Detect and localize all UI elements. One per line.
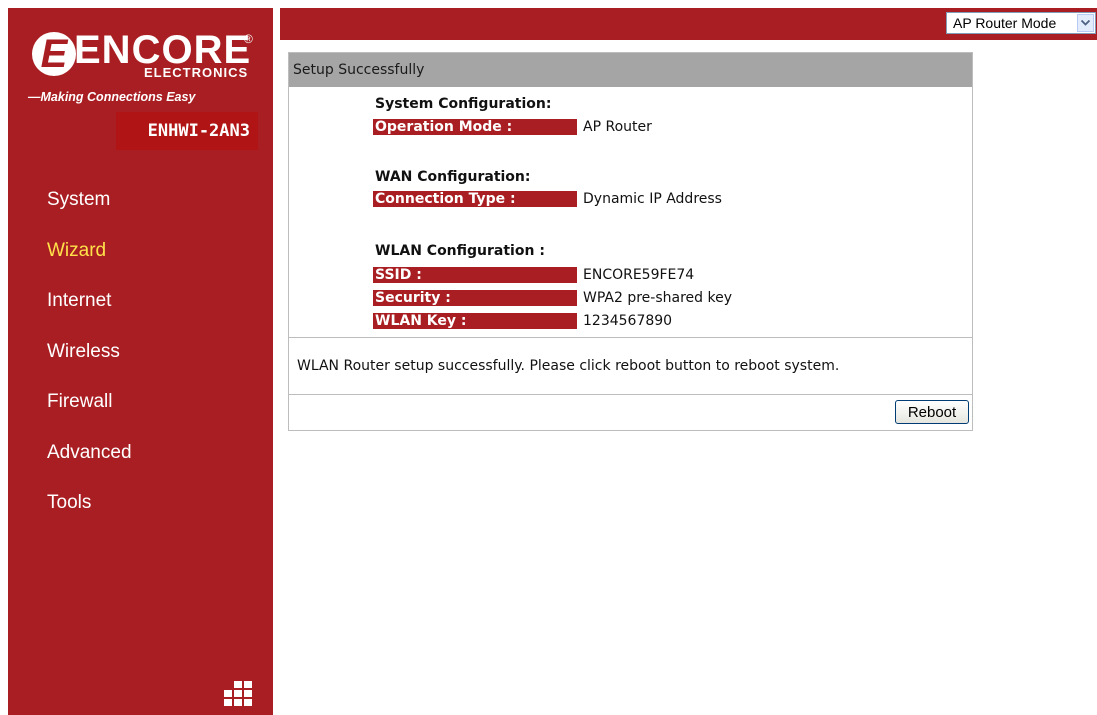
wlan-key-value: 1234567890	[583, 313, 673, 329]
operation-mode-value: AP Router	[583, 119, 652, 135]
panel-header: Setup Successfully	[289, 53, 972, 87]
setup-result-panel: Setup Successfully System Configuration:…	[288, 52, 973, 431]
panel-title: Setup Successfully	[293, 62, 425, 78]
security-value: WPA2 pre-shared key	[583, 290, 732, 306]
sidebar-item-tools[interactable]: Tools	[47, 488, 132, 539]
logo-registered-mark: ®	[244, 32, 253, 46]
sidebar-item-firewall[interactable]: Firewall	[47, 387, 132, 438]
sidebar-item-advanced[interactable]: Advanced	[47, 438, 132, 489]
reboot-button[interactable]: Reboot	[895, 400, 969, 424]
security-label: Security :	[373, 290, 577, 306]
grid-icon	[224, 681, 252, 706]
operation-mode-label: Operation Mode :	[373, 119, 577, 135]
sidebar: E ENCORE ® ELECTRONICS —Making Connectio…	[8, 8, 273, 715]
model-name: ENHWI-2AN3	[147, 121, 250, 141]
ssid-label: SSID :	[373, 267, 577, 283]
logo-subtitle: ELECTRONICS	[144, 65, 249, 80]
wan-config-title: WAN Configuration:	[375, 169, 531, 185]
model-badge: ENHWI-2AN3	[116, 112, 258, 150]
connection-type-value: Dynamic IP Address	[583, 191, 722, 207]
mode-select[interactable]: AP Router Mode	[946, 12, 1096, 34]
chevron-down-icon[interactable]	[1077, 14, 1094, 32]
system-config-title: System Configuration:	[375, 96, 552, 112]
sidebar-item-wizard[interactable]: Wizard	[47, 236, 132, 287]
encore-logo: E ENCORE ® ELECTRONICS —Making Connectio…	[28, 26, 263, 116]
logo-tagline: —Making Connections Easy	[28, 90, 196, 104]
logo-letter: E	[40, 32, 68, 76]
sidebar-item-internet[interactable]: Internet	[47, 286, 132, 337]
connection-type-label: Connection Type :	[373, 191, 577, 207]
sidebar-nav: System Wizard Internet Wireless Firewall…	[47, 185, 132, 539]
sidebar-item-system[interactable]: System	[47, 185, 132, 236]
status-message: WLAN Router setup successfully. Please c…	[297, 358, 840, 374]
wlan-key-label: WLAN Key :	[373, 313, 577, 329]
sidebar-item-wireless[interactable]: Wireless	[47, 337, 132, 388]
ssid-value: ENCORE59FE74	[583, 267, 695, 283]
status-message-area: WLAN Router setup successfully. Please c…	[289, 338, 972, 395]
wlan-config-title: WLAN Configuration :	[375, 243, 545, 259]
logo-brand-name: ENCORE	[74, 28, 252, 72]
logo-mark-group: E ENCORE ® ELECTRONICS	[28, 26, 260, 86]
config-summary: System Configuration: Operation Mode : A…	[289, 88, 972, 338]
logo-e-mark: E	[32, 32, 76, 76]
mode-select-value: AP Router Mode	[953, 15, 1057, 31]
